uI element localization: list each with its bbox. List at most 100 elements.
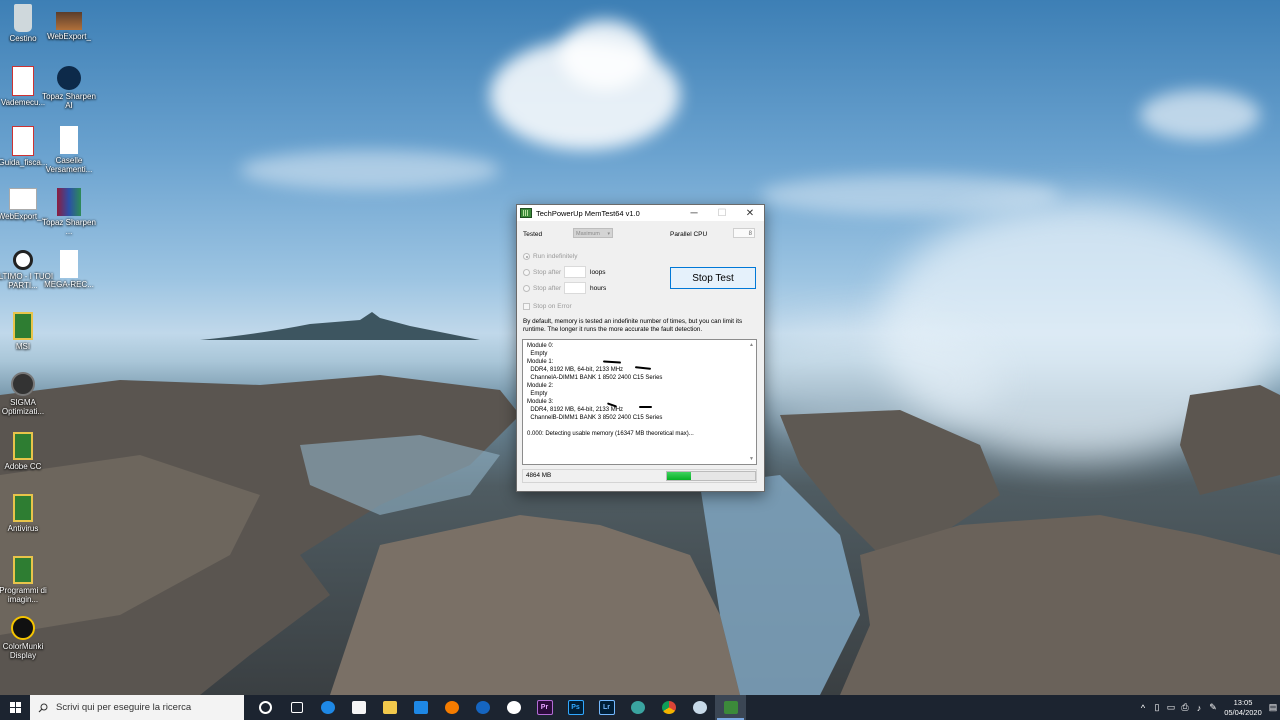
chevron-up-icon[interactable]: ^ [1136,703,1150,713]
stop-test-button[interactable]: Stop Test [670,267,756,289]
parallel-cpu-label: Parallel CPU [670,231,708,238]
progress-bar [666,471,756,481]
hours-label: hours [590,285,607,292]
log-line: 0.000: Detecting usable memory (16347 MB… [527,431,694,437]
log-line: ChannelA-DIMM1 BANK 1 8502 2400 C15 Seri… [527,375,663,381]
stop-after-hours-radio [523,285,530,292]
stop-on-error-checkbox [523,303,530,310]
taskbar-button[interactable] [467,695,498,720]
memtest-window: TechPowerUp MemTest64 v1.0 ─ ☐ ✕ Tested … [516,204,765,492]
log-line: ChannelB-DIMM1 BANK 3 8502 2400 C15 Seri… [527,415,663,421]
sigma-lens-icon [11,372,35,396]
log-lines: Module 0: Empty Module 1: DDR4, 8192 MB, … [527,342,752,438]
tested-select-value: Maximum [576,231,600,237]
log-line: Module 1: [527,359,554,365]
taskbar-button[interactable]: Ps [560,695,591,720]
desktop-icon-label: ColorMunki Display [2,642,44,660]
photoshop-icon: Ps [567,700,584,715]
desktop-icon[interactable]: Caselle Versamenti... [38,126,100,174]
log-line: Empty [527,351,548,357]
notification-icon[interactable]: ▤ [1266,702,1280,713]
maximize-button: ☐ [717,207,727,219]
taskbar-button[interactable] [436,695,467,720]
cloud [560,20,650,90]
teams-icon [506,701,521,714]
mail-icon [413,701,428,714]
photo-shortcut-icon [56,12,82,30]
app2-icon [692,701,707,714]
cloud [240,150,500,190]
pen-icon[interactable]: ✎ [1206,702,1220,713]
taskbar-button[interactable] [405,695,436,720]
memory-value: 4864 MB [526,472,552,479]
chrome-icon [661,701,676,714]
lightroom-icon: Lr [598,700,615,715]
desktop-icon[interactable]: MSI [0,312,54,351]
minimize-button[interactable]: ─ [680,205,708,221]
taskbar-button[interactable] [374,695,405,720]
printer-icon[interactable]: ⎙ [1178,702,1192,713]
colormunki-icon [11,616,35,640]
start-button[interactable] [0,695,30,720]
clock[interactable]: 13:05 05/04/2020 [1220,698,1266,718]
taskbar-button[interactable] [684,695,715,720]
desktop-icon-label: Antivirus [7,524,39,533]
desktop-icon[interactable]: SIGMA Optimizati... [0,372,54,416]
clock-date: 05/04/2020 [1224,707,1262,717]
clock-time: 13:05 [1233,697,1253,707]
search-icon [38,703,48,712]
taskbar-button[interactable] [343,695,374,720]
desktop-icon[interactable]: ColorMunki Display [0,616,54,660]
app-icon [630,701,645,714]
run-indefinitely-label: Run indefinitely [533,253,578,260]
window-title: TechPowerUp MemTest64 v1.0 [536,208,640,218]
memtest-app-icon [520,208,532,218]
desktop-icon-label: MEGA-REC... [44,280,94,289]
desktop-icon[interactable]: Topaz Sharpen AI [38,66,100,110]
network-icon[interactable]: ▭ [1164,702,1178,713]
log-scrollbar[interactable]: ▲ ▼ [748,341,755,463]
desktop-icon[interactable]: MEGA-REC... [38,250,100,289]
log-line: Empty [527,391,548,397]
run-indefinitely-radio [523,253,530,260]
log-line: Module 0: [527,343,554,349]
taskbar-button[interactable]: Lr [591,695,622,720]
desktop-icon-label: Topaz Sharpen ... [42,218,96,236]
task-view-icon [290,702,303,713]
battery-icon[interactable]: ▯ [1150,702,1164,713]
log-output[interactable]: Module 0: Empty Module 1: DDR4, 8192 MB, … [522,339,757,465]
title-bar[interactable]: TechPowerUp MemTest64 v1.0 ─ ☐ ✕ [517,205,764,221]
edge-icon [320,701,335,714]
taskbar-button[interactable] [498,695,529,720]
desktop-icon-label: WebExport_ [47,32,91,41]
desktop-icon-label: Topaz Sharpen AI [42,92,96,110]
search-box[interactable]: Scrivi qui per eseguire la ricerca [30,695,244,720]
desktop-icon[interactable]: Topaz Sharpen ... [38,188,100,236]
scroll-down-icon[interactable]: ▼ [748,455,755,463]
scroll-up-icon[interactable]: ▲ [748,341,755,349]
cloud [1140,90,1260,140]
folder-shortcut-icon [13,494,33,522]
chevron-down-icon: ▾ [607,231,610,237]
desktop-icon-label: Programmi di imagin... [0,586,47,604]
taskbar-button[interactable] [312,695,343,720]
winrar-archive-icon [57,188,81,216]
desktop-icon[interactable]: Antivirus [0,494,54,533]
close-button[interactable]: ✕ [736,205,764,221]
desktop-icon[interactable]: WebExport_ [38,4,100,41]
media-file-icon [13,250,33,270]
taskbar-button[interactable] [715,695,746,720]
desktop-icon[interactable]: Programmi di imagin... [0,556,54,604]
taskbar-button[interactable] [653,695,684,720]
stop-after-hours-label: Stop after [533,285,562,292]
taskbar-button[interactable] [622,695,653,720]
tested-select: Maximum ▾ [573,228,613,238]
windows-logo-icon [9,702,21,713]
taskbar-button[interactable] [250,695,281,720]
taskbar-button[interactable]: Pr [529,695,560,720]
taskbar-button[interactable] [281,695,312,720]
desktop-icon[interactable]: Adobe CC [0,432,54,471]
search-placeholder: Scrivi qui per eseguire la ricerca [56,702,192,713]
blank-file-icon [60,126,78,154]
volume-icon[interactable]: ♪ [1192,703,1206,713]
